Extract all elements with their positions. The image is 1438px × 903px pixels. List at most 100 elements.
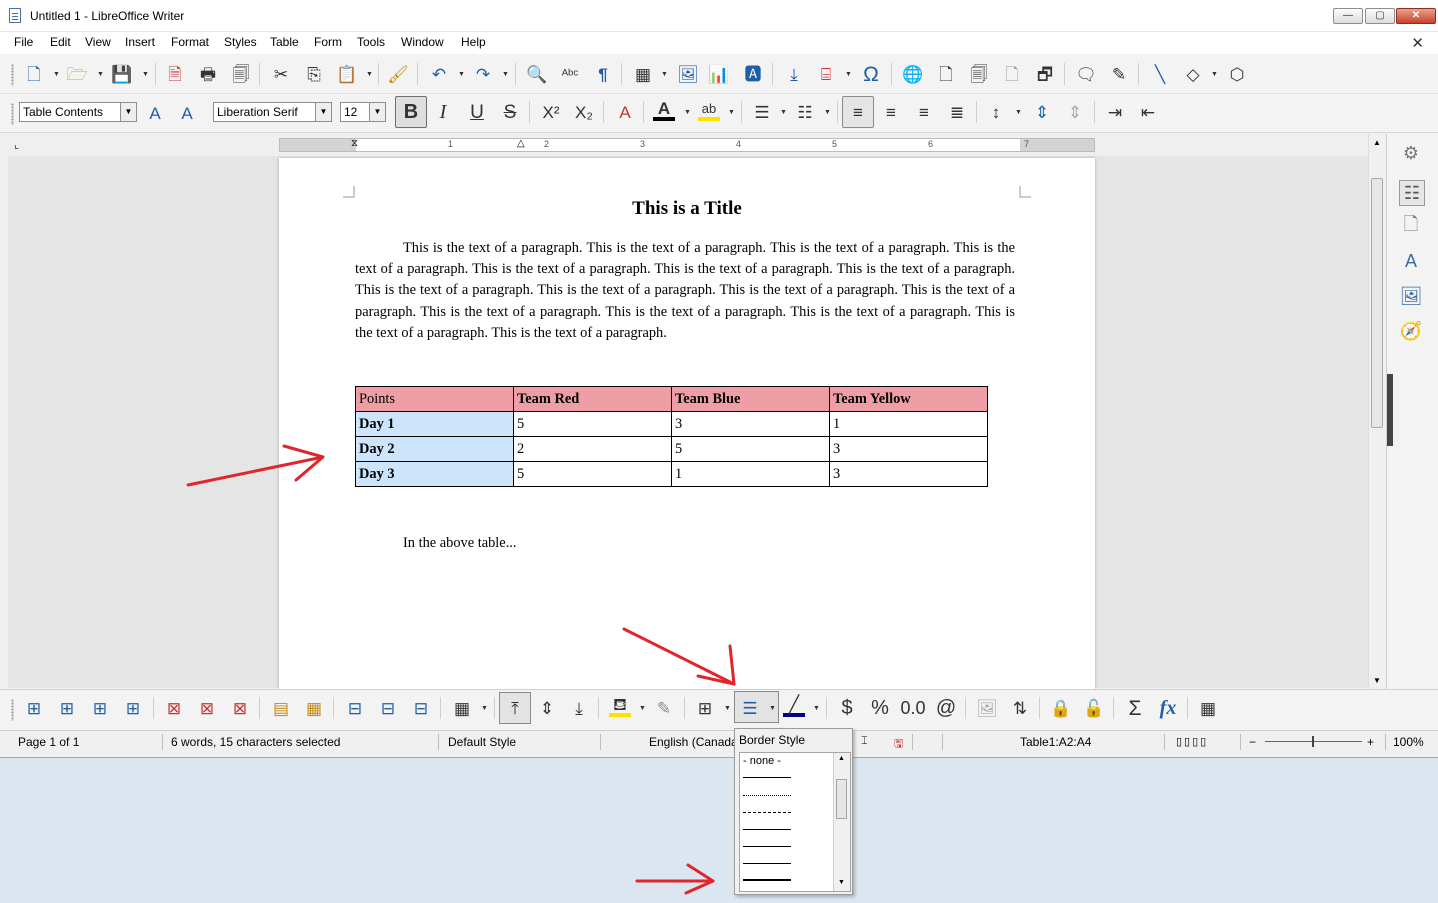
superscript-icon[interactable]: X² bbox=[540, 101, 562, 123]
language[interactable]: English (Canada) bbox=[649, 735, 742, 749]
popup-scrollbar-thumb[interactable] bbox=[836, 779, 847, 819]
export-pdf-icon[interactable]: 🗎 bbox=[164, 63, 186, 85]
insert-columns-before-icon[interactable]: ⊞ bbox=[89, 697, 111, 719]
font-color-icon[interactable]: A bbox=[653, 99, 675, 121]
sort-icon[interactable]: ⇅ bbox=[1009, 697, 1031, 719]
zoom-in-icon[interactable]: + bbox=[1367, 735, 1374, 749]
insert-caption-icon[interactable]: 🖼 bbox=[976, 697, 998, 719]
decrease-indent-icon[interactable]: ⇤ bbox=[1137, 101, 1159, 123]
insert-columns-after-icon[interactable]: ⊞ bbox=[122, 697, 144, 719]
strikethrough-icon[interactable]: S bbox=[499, 101, 521, 123]
border-style-list[interactable]: - none - ▲ ▼ bbox=[739, 752, 851, 892]
insert-image-icon[interactable]: 🖼 bbox=[677, 63, 699, 85]
table-cell-selected[interactable]: Day 1 bbox=[355, 411, 514, 437]
clear-formatting-icon[interactable]: A bbox=[614, 101, 636, 123]
menu-view[interactable]: View bbox=[85, 35, 111, 49]
unprotect-cells-icon[interactable]: 🔓 bbox=[1083, 697, 1105, 719]
redo-dropdown-icon[interactable]: ▼ bbox=[502, 63, 509, 85]
border-color-icon[interactable]: ╱ bbox=[783, 695, 805, 717]
borders-icon[interactable]: ⊞ bbox=[694, 697, 716, 719]
horizontal-ruler[interactable]: 1 2 3 4 5 6 7 ⧖ △ bbox=[279, 138, 1095, 152]
properties-icon[interactable]: ☷ bbox=[1399, 180, 1425, 206]
track-changes-icon[interactable]: ✎ bbox=[1108, 63, 1130, 85]
paste-dropdown-icon[interactable]: ▼ bbox=[366, 63, 373, 85]
hyperlink-icon[interactable]: 🌐 bbox=[902, 63, 924, 85]
new-dropdown-icon[interactable]: ▼ bbox=[53, 63, 60, 85]
chevron-down-icon[interactable]: ▼ bbox=[315, 103, 331, 121]
menu-help[interactable]: Help bbox=[461, 35, 486, 49]
document-paragraph[interactable]: This is the text of a paragraph. This is… bbox=[355, 238, 1015, 344]
document-page[interactable]: This is a Title This is the text of a pa… bbox=[279, 158, 1095, 689]
select-cell-icon[interactable]: ▤ bbox=[270, 697, 292, 719]
view-layout-icon[interactable]: ▯▯▯▯ bbox=[1176, 735, 1208, 748]
increase-indent-icon[interactable]: ⇥ bbox=[1104, 101, 1126, 123]
insert-mode-icon[interactable]: ⌶ bbox=[861, 735, 868, 748]
undo-icon[interactable]: ↶ bbox=[428, 63, 450, 85]
align-bottom-icon[interactable]: ⤓ bbox=[568, 697, 590, 719]
document-title[interactable]: This is a Title bbox=[279, 198, 1095, 220]
borders-dropdown-icon[interactable]: ▼ bbox=[724, 697, 731, 719]
close-window-button[interactable]: ✕ bbox=[1396, 8, 1436, 24]
border-option-solid-heavy[interactable] bbox=[743, 879, 791, 881]
table-cell[interactable]: 3 bbox=[671, 411, 830, 437]
close-document-icon[interactable]: ✕ bbox=[1411, 34, 1424, 52]
menu-styles[interactable]: Styles bbox=[224, 35, 257, 49]
bullet-dropdown-icon[interactable]: ▼ bbox=[780, 101, 787, 123]
copy-icon[interactable]: ⎘ bbox=[303, 63, 325, 85]
table-dropdown-icon[interactable]: ▼ bbox=[661, 63, 668, 85]
table-cell[interactable]: 5 bbox=[513, 461, 672, 487]
insert-rows-below-icon[interactable]: ⊞ bbox=[56, 697, 78, 719]
delete-columns-icon[interactable]: ⊠ bbox=[196, 697, 218, 719]
autoformat-styles-icon[interactable]: ✎ bbox=[653, 697, 675, 719]
menu-insert[interactable]: Insert bbox=[125, 35, 155, 49]
menu-form[interactable]: Form bbox=[314, 35, 342, 49]
page-break-icon[interactable]: ⤓ bbox=[783, 63, 805, 85]
table-dialog-icon[interactable]: ▦ bbox=[1197, 697, 1219, 719]
paragraph-style-combo[interactable]: Table Contents ▼ bbox=[19, 102, 137, 122]
table-header-cell[interactable]: Team Blue bbox=[671, 386, 830, 412]
comment-icon[interactable]: 🗨 bbox=[1075, 63, 1097, 85]
popup-scrollbar[interactable]: ▲ ▼ bbox=[833, 753, 850, 891]
insert-line-icon[interactable]: ╲ bbox=[1149, 63, 1171, 85]
styles-icon[interactable]: A bbox=[1399, 249, 1423, 273]
border-style-icon[interactable]: ☰ bbox=[739, 697, 761, 719]
table-header-cell[interactable]: Team Red bbox=[513, 386, 672, 412]
new-style-icon[interactable]: A bbox=[176, 102, 198, 124]
toolbar-grip[interactable] bbox=[11, 103, 14, 125]
draw-functions-icon[interactable]: ⬡ bbox=[1226, 63, 1248, 85]
save-dropdown-icon[interactable]: ▼ bbox=[142, 63, 149, 85]
scroll-up-icon[interactable]: ▲ bbox=[1373, 138, 1381, 147]
percent-format-icon[interactable]: % bbox=[869, 697, 891, 719]
table-header-cell[interactable]: Points bbox=[355, 386, 514, 412]
scrollbar-thumb[interactable] bbox=[1371, 178, 1383, 428]
border-option-thin-solid[interactable] bbox=[743, 777, 791, 778]
page-icon[interactable]: 🗋 bbox=[1399, 214, 1423, 239]
font-name-combo[interactable]: Liberation Serif ▼ bbox=[213, 102, 332, 122]
decrease-paragraph-spacing-icon[interactable]: ⇕ bbox=[1064, 101, 1086, 123]
border-option-dashed[interactable] bbox=[743, 812, 791, 813]
number-format-icon[interactable]: @ bbox=[935, 697, 957, 719]
page-style[interactable]: Default Style bbox=[448, 735, 516, 749]
insert-field-icon[interactable]: ⌸ bbox=[815, 63, 837, 85]
numbered-dropdown-icon[interactable]: ▼ bbox=[824, 101, 831, 123]
zoom-out-icon[interactable]: − bbox=[1249, 735, 1256, 749]
insert-textbox-icon[interactable]: 🅰 bbox=[742, 63, 764, 85]
vertical-scrollbar[interactable]: ▲ ▼ bbox=[1368, 134, 1385, 689]
table-cell[interactable]: 2 bbox=[513, 436, 672, 462]
border-color-dropdown-icon[interactable]: ▼ bbox=[813, 697, 820, 719]
open-dropdown-icon[interactable]: ▼ bbox=[97, 63, 104, 85]
minimize-button[interactable]: — bbox=[1333, 8, 1363, 24]
increase-paragraph-spacing-icon[interactable]: ⇕ bbox=[1031, 101, 1053, 123]
merge-cells-icon[interactable]: ⊟ bbox=[344, 697, 366, 719]
cross-reference-icon[interactable]: 🗗 bbox=[1034, 63, 1056, 85]
table-header-cell[interactable]: Team Yellow bbox=[829, 386, 988, 412]
footnote-icon[interactable]: 🗋 bbox=[935, 63, 957, 85]
update-style-icon[interactable]: A bbox=[144, 102, 166, 124]
delete-table-icon[interactable]: ⊠ bbox=[229, 697, 251, 719]
bookmark-icon[interactable]: 🗋 bbox=[1001, 63, 1023, 85]
split-cells-icon[interactable]: ⊟ bbox=[377, 697, 399, 719]
border-option-none[interactable]: - none - bbox=[743, 755, 827, 771]
underline-icon[interactable]: U bbox=[466, 101, 488, 123]
endnote-icon[interactable]: 🗐 bbox=[968, 63, 990, 85]
menu-file[interactable]: File bbox=[14, 35, 33, 49]
